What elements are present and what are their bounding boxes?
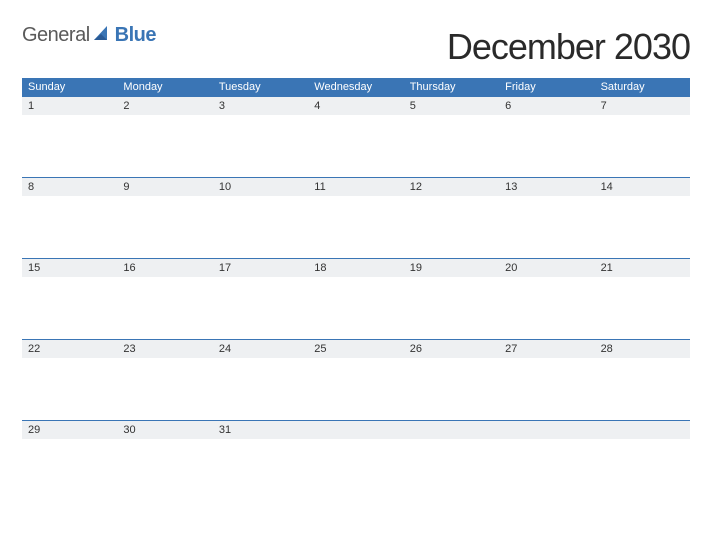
weekday-label: Thursday: [404, 78, 499, 96]
day-cell: 25: [308, 340, 403, 358]
day-cell: 21: [595, 259, 690, 277]
weekday-label: Sunday: [22, 78, 117, 96]
week-row: 1 2 3 4 5 6 7: [22, 96, 690, 115]
brand-logo: General Blue: [22, 18, 156, 47]
day-cell: [499, 421, 594, 439]
day-cell: 4: [308, 97, 403, 115]
day-cell: 10: [213, 178, 308, 196]
day-cell: 26: [404, 340, 499, 358]
day-cell: 23: [117, 340, 212, 358]
day-cell: 24: [213, 340, 308, 358]
week-space: [22, 277, 690, 339]
day-cell: 17: [213, 259, 308, 277]
day-cell: 9: [117, 178, 212, 196]
day-cell: 18: [308, 259, 403, 277]
weekday-label: Monday: [117, 78, 212, 96]
day-cell: 19: [404, 259, 499, 277]
day-cell: 13: [499, 178, 594, 196]
day-cell: 31: [213, 421, 308, 439]
day-cell: 7: [595, 97, 690, 115]
header: General Blue December 2030: [22, 18, 690, 68]
day-cell: 22: [22, 340, 117, 358]
week-space: [22, 439, 690, 501]
week-space: [22, 358, 690, 420]
week-space: [22, 196, 690, 258]
week-space: [22, 115, 690, 177]
day-cell: [404, 421, 499, 439]
day-cell: 11: [308, 178, 403, 196]
day-cell: [595, 421, 690, 439]
day-cell: 20: [499, 259, 594, 277]
brand-part1: General: [22, 24, 90, 47]
brand-part2: Blue: [115, 24, 156, 47]
day-cell: [308, 421, 403, 439]
calendar: Sunday Monday Tuesday Wednesday Thursday…: [22, 78, 690, 501]
day-cell: 15: [22, 259, 117, 277]
week-row: 22 23 24 25 26 27 28: [22, 339, 690, 358]
day-cell: 16: [117, 259, 212, 277]
day-cell: 5: [404, 97, 499, 115]
weekday-label: Friday: [499, 78, 594, 96]
day-cell: 27: [499, 340, 594, 358]
day-cell: 29: [22, 421, 117, 439]
weekday-header: Sunday Monday Tuesday Wednesday Thursday…: [22, 78, 690, 96]
day-cell: 12: [404, 178, 499, 196]
weekday-label: Wednesday: [308, 78, 403, 96]
sail-icon: [93, 25, 111, 46]
day-cell: 6: [499, 97, 594, 115]
day-cell: 3: [213, 97, 308, 115]
page-title: December 2030: [447, 18, 690, 68]
day-cell: 30: [117, 421, 212, 439]
day-cell: 14: [595, 178, 690, 196]
day-cell: 8: [22, 178, 117, 196]
week-row: 8 9 10 11 12 13 14: [22, 177, 690, 196]
day-cell: 2: [117, 97, 212, 115]
day-cell: 1: [22, 97, 117, 115]
day-cell: 28: [595, 340, 690, 358]
weekday-label: Tuesday: [213, 78, 308, 96]
week-row: 15 16 17 18 19 20 21: [22, 258, 690, 277]
weekday-label: Saturday: [595, 78, 690, 96]
week-row: 29 30 31: [22, 420, 690, 439]
